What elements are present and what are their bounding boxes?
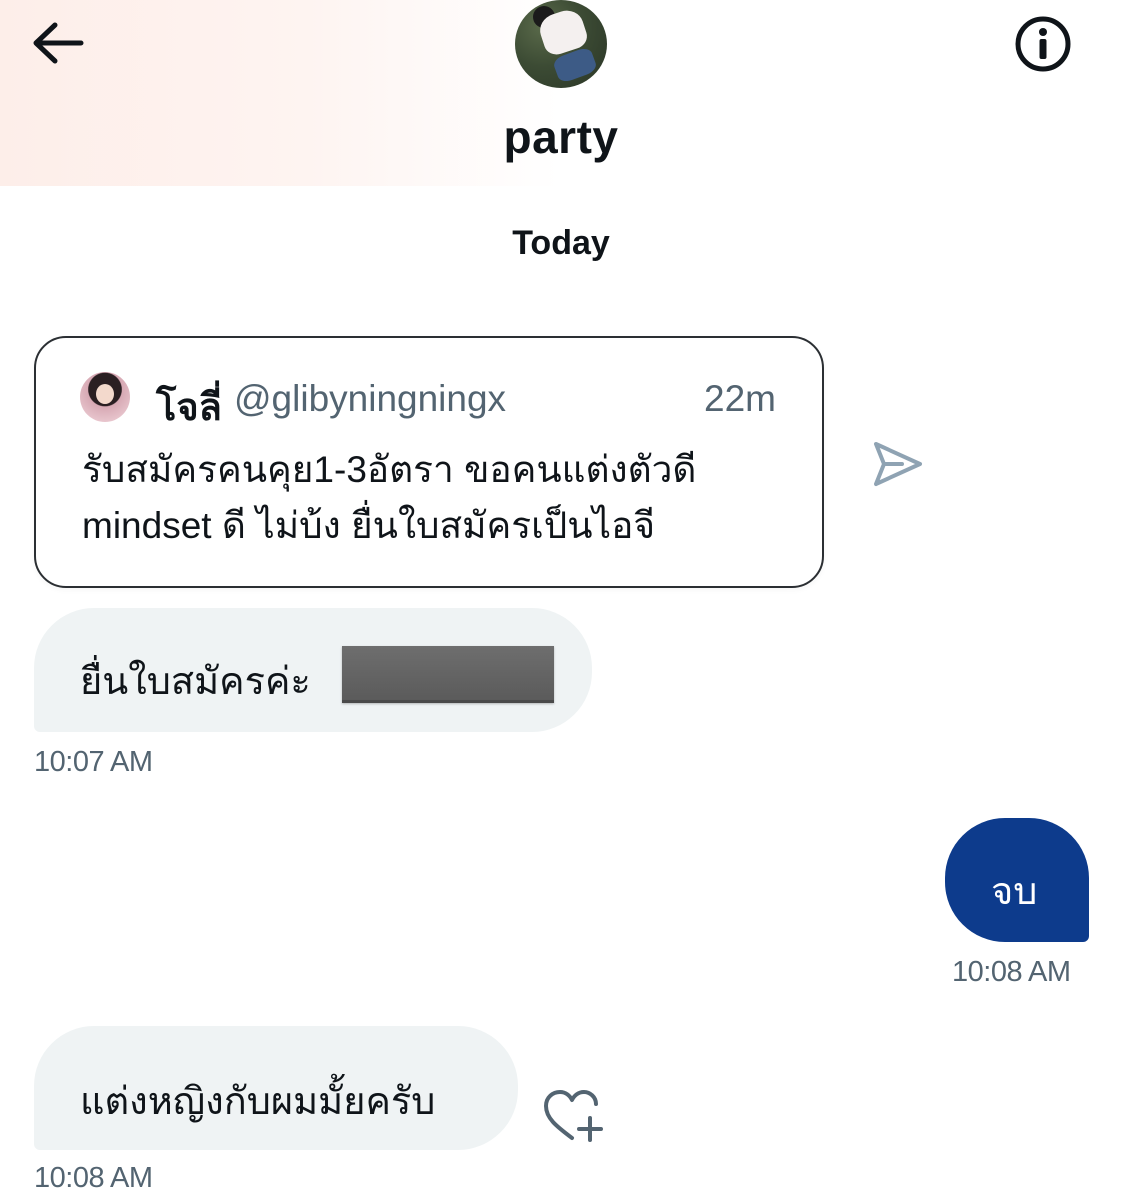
add-reaction-button[interactable] xyxy=(542,1088,606,1146)
quoted-post-card[interactable]: โจลี่ @glibyningningx 22m รับสมัครคนคุย1… xyxy=(34,336,824,588)
quoted-post-text: รับสมัครคนคุย1-3อัตรา ขอคนแต่งตัวดี mind… xyxy=(82,449,697,546)
date-separator: Today xyxy=(512,224,610,262)
quoted-author-avatar xyxy=(80,372,130,422)
quoted-post-age: 22m xyxy=(704,378,776,419)
redacted-block xyxy=(342,646,554,703)
info-icon xyxy=(1015,16,1071,72)
message-timestamp: 10:07 AM xyxy=(34,746,153,778)
back-button[interactable] xyxy=(28,18,88,68)
message-bubble-outgoing[interactable]: จบ xyxy=(945,818,1089,942)
avatar[interactable] xyxy=(515,0,607,88)
info-button[interactable] xyxy=(1010,14,1076,74)
message-text: ยื่นใบสมัครค่ะ xyxy=(80,661,311,703)
message-timestamp: 10:08 AM xyxy=(952,956,1071,988)
message-bubble-incoming[interactable]: แต่งหญิงกับผมมั้ยครับ xyxy=(34,1026,518,1150)
send-icon xyxy=(874,442,922,486)
heart-plus-icon xyxy=(544,1090,603,1142)
message-text: แต่งหญิงกับผมมั้ยครับ xyxy=(80,1081,436,1123)
message-timestamp: 10:08 AM xyxy=(34,1162,153,1194)
share-button[interactable] xyxy=(868,436,926,492)
arrow-left-icon xyxy=(33,22,84,64)
message-text: จบ xyxy=(991,871,1038,913)
quoted-author-handle: @glibyningningx xyxy=(234,378,507,419)
quoted-author-name: โจลี่ xyxy=(156,387,222,429)
conversation-title[interactable]: party xyxy=(0,110,1122,164)
